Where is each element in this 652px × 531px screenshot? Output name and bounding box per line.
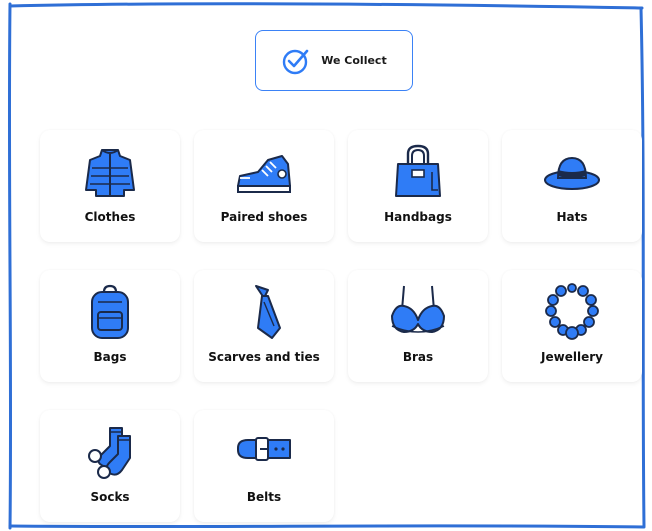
handbag-icon [388,142,448,202]
item-card-paired-shoes[interactable]: Paired shoes [194,130,334,242]
bra-icon [388,282,448,342]
backpack-icon [80,282,140,342]
item-card-socks[interactable]: Socks [40,410,180,522]
item-label: Bras [402,350,434,364]
necklace-icon [542,282,602,342]
item-card-belts[interactable]: Belts [194,410,334,522]
item-card-bags[interactable]: Bags [40,270,180,382]
item-label: Handbags [384,210,452,224]
sneaker-icon [234,142,294,202]
item-card-jewellery[interactable]: Jewellery [502,270,642,382]
puffer-jacket-icon [80,142,140,202]
item-card-handbags[interactable]: Handbags [348,130,488,242]
item-label: Clothes [84,210,136,224]
item-label: Belts [246,490,282,504]
item-label: Bags [93,350,127,364]
item-label: Socks [90,490,130,504]
item-label: Jewellery [541,350,603,364]
collected-items-grid: Clothes Paired shoes Handbags Hats Bags … [0,0,652,531]
item-label: Scarves and ties [208,350,320,364]
tie-icon [234,282,294,342]
item-card-bras[interactable]: Bras [348,270,488,382]
item-card-clothes[interactable]: Clothes [40,130,180,242]
item-card-hats[interactable]: Hats [502,130,642,242]
item-card-scarves-and-ties[interactable]: Scarves and ties [194,270,334,382]
socks-icon [80,422,140,482]
item-label: Paired shoes [220,210,308,224]
item-label: Hats [556,210,588,224]
hat-icon [542,142,602,202]
belt-icon [234,422,294,482]
